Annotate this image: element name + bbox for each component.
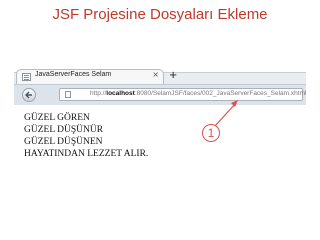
annotation-arrow [214,100,238,127]
annotation-marker: 1 [202,124,220,142]
